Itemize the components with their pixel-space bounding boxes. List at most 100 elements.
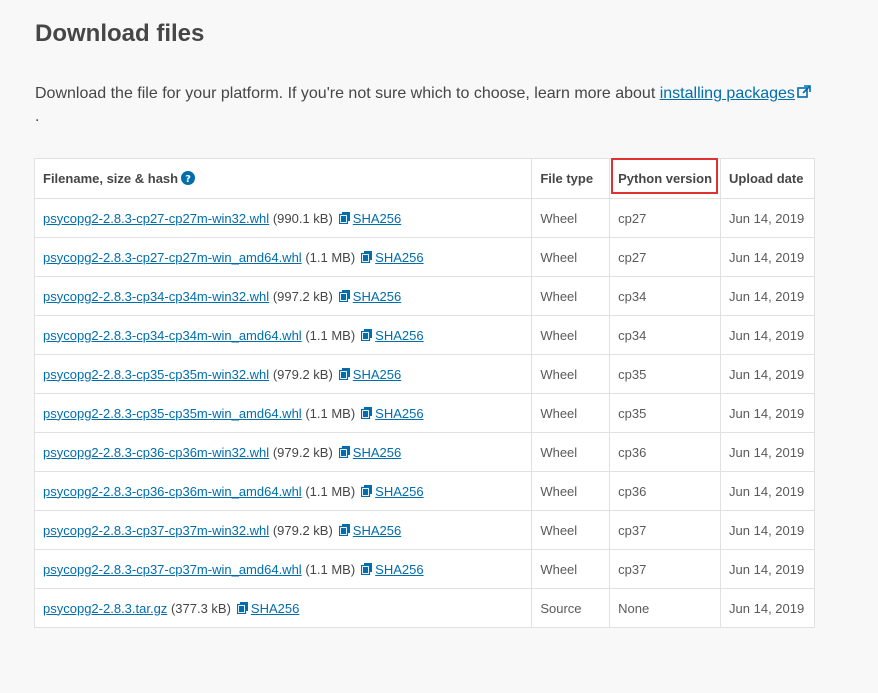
file-size: (1.1 MB) <box>305 561 356 577</box>
cell-filename: psycopg2-2.8.3-cp35-cp35m-win_amd64.whl … <box>33 393 533 433</box>
download-files-table: Filename, size & hash? File type Python … <box>33 158 815 628</box>
copy-icon <box>361 484 373 497</box>
sha256-link[interactable]: SHA256 <box>361 562 424 577</box>
table-row: psycopg2-2.8.3-cp27-cp27m-win32.whl (990… <box>33 198 815 238</box>
cell-filename: psycopg2-2.8.3.tar.gz (377.3 kB) SHA256 <box>33 588 533 628</box>
question-circle-icon[interactable]: ? <box>181 171 196 185</box>
cell-filetype: Wheel <box>531 198 611 238</box>
cell-python-version: cp34 <box>609 315 722 355</box>
sha256-label[interactable]: SHA256 <box>353 523 401 538</box>
cell-filetype: Wheel <box>531 471 611 511</box>
cell-filename: psycopg2-2.8.3-cp27-cp27m-win_amd64.whl … <box>33 237 533 277</box>
file-size: (377.3 kB) <box>170 600 231 616</box>
page-title: Download files <box>35 20 205 47</box>
sha256-label[interactable]: SHA256 <box>375 484 423 499</box>
table-row: psycopg2-2.8.3-cp35-cp35m-win32.whl (979… <box>33 354 815 394</box>
copy-icon <box>338 367 350 380</box>
cell-filename: psycopg2-2.8.3-cp36-cp36m-win32.whl (979… <box>33 432 533 472</box>
sha256-label[interactable]: SHA256 <box>353 211 401 226</box>
download-files-page: Download files Download the file for you… <box>0 0 878 693</box>
sha256-link[interactable]: SHA256 <box>361 484 424 499</box>
svg-text:?: ? <box>185 174 191 185</box>
copy-icon <box>361 328 373 341</box>
sha256-link[interactable]: SHA256 <box>361 406 424 421</box>
file-link[interactable]: psycopg2-2.8.3-cp34-cp34m-win_amd64.whl <box>43 328 302 343</box>
sha256-label[interactable]: SHA256 <box>251 601 299 616</box>
cell-python-version: cp35 <box>609 393 722 433</box>
file-link[interactable]: psycopg2-2.8.3-cp27-cp27m-win_amd64.whl <box>43 250 302 265</box>
cell-upload-date: Jun 14, 2019 <box>720 276 815 316</box>
file-link[interactable]: psycopg2-2.8.3.tar.gz <box>43 601 167 616</box>
table-row: psycopg2-2.8.3-cp27-cp27m-win_amd64.whl … <box>33 237 815 277</box>
intro-suffix: . <box>35 108 40 125</box>
sha256-label[interactable]: SHA256 <box>375 328 423 343</box>
copy-icon <box>338 289 350 302</box>
file-link[interactable]: psycopg2-2.8.3-cp27-cp27m-win32.whl <box>43 211 269 226</box>
file-link[interactable]: psycopg2-2.8.3-cp35-cp35m-win32.whl <box>43 367 269 382</box>
copy-icon <box>361 250 373 263</box>
file-size: (1.1 MB) <box>305 249 356 265</box>
copy-icon <box>361 406 373 419</box>
file-size: (1.1 MB) <box>305 483 356 499</box>
table-row: psycopg2-2.8.3-cp34-cp34m-win32.whl (997… <box>33 276 815 316</box>
file-link[interactable]: psycopg2-2.8.3-cp36-cp36m-win32.whl <box>43 445 269 460</box>
table-row: psycopg2-2.8.3-cp35-cp35m-win_amd64.whl … <box>33 393 815 433</box>
cell-python-version: cp37 <box>609 510 722 550</box>
file-link[interactable]: psycopg2-2.8.3-cp36-cp36m-win_amd64.whl <box>43 484 302 499</box>
sha256-label[interactable]: SHA256 <box>353 367 401 382</box>
sha256-link[interactable]: SHA256 <box>361 328 424 343</box>
sha256-label[interactable]: SHA256 <box>353 289 401 304</box>
header-filename-label: Filename, size & hash <box>43 171 179 186</box>
sha256-link[interactable]: SHA256 <box>338 523 401 538</box>
cell-filename: psycopg2-2.8.3-cp34-cp34m-win_amd64.whl … <box>33 315 533 355</box>
intro-paragraph: Download the file for your platform. If … <box>35 82 815 128</box>
copy-icon <box>361 562 373 575</box>
cell-python-version: cp36 <box>609 471 722 511</box>
installing-packages-link-label[interactable]: installing packages <box>660 85 795 102</box>
copy-icon <box>338 211 350 224</box>
cell-python-version: cp37 <box>609 549 722 589</box>
cell-filetype: Wheel <box>531 237 611 277</box>
sha256-link[interactable]: SHA256 <box>338 367 401 382</box>
header-filename: Filename, size & hash? <box>33 158 533 199</box>
sha256-link[interactable]: SHA256 <box>338 289 401 304</box>
intro-text: Download the file for your platform. If … <box>35 85 660 102</box>
file-size: (997.2 kB) <box>272 288 333 304</box>
cell-filetype: Wheel <box>531 432 611 472</box>
table-header-row: Filename, size & hash? File type Python … <box>33 158 815 199</box>
file-size: (979.2 kB) <box>272 366 333 382</box>
file-link[interactable]: psycopg2-2.8.3-cp34-cp34m-win32.whl <box>43 289 269 304</box>
sha256-label[interactable]: SHA256 <box>375 406 423 421</box>
cell-python-version: cp27 <box>609 237 722 277</box>
table-row: psycopg2-2.8.3-cp37-cp37m-win_amd64.whl … <box>33 549 815 589</box>
cell-filename: psycopg2-2.8.3-cp35-cp35m-win32.whl (979… <box>33 354 533 394</box>
sha256-link[interactable]: SHA256 <box>236 601 299 616</box>
copy-icon <box>338 445 350 458</box>
cell-filetype: Wheel <box>531 315 611 355</box>
cell-python-version: cp34 <box>609 276 722 316</box>
sha256-label[interactable]: SHA256 <box>375 250 423 265</box>
sha256-link[interactable]: SHA256 <box>338 211 401 226</box>
external-link-icon <box>797 85 811 98</box>
sha256-link[interactable]: SHA256 <box>361 250 424 265</box>
cell-python-version: None <box>609 588 722 628</box>
file-link[interactable]: psycopg2-2.8.3-cp35-cp35m-win_amd64.whl <box>43 406 302 421</box>
cell-upload-date: Jun 14, 2019 <box>720 510 815 550</box>
sha256-label[interactable]: SHA256 <box>353 445 401 460</box>
installing-packages-link[interactable]: installing packages <box>660 85 811 102</box>
file-link[interactable]: psycopg2-2.8.3-cp37-cp37m-win32.whl <box>43 523 269 538</box>
cell-python-version: cp35 <box>609 354 722 394</box>
cell-filename: psycopg2-2.8.3-cp27-cp27m-win32.whl (990… <box>33 198 533 238</box>
cell-filetype: Wheel <box>531 276 611 316</box>
table-row: psycopg2-2.8.3-cp36-cp36m-win32.whl (979… <box>33 432 815 472</box>
header-python-version: Python version <box>609 158 722 199</box>
sha256-label[interactable]: SHA256 <box>375 562 423 577</box>
cell-upload-date: Jun 14, 2019 <box>720 588 815 628</box>
cell-upload-date: Jun 14, 2019 <box>720 198 815 238</box>
file-size: (979.2 kB) <box>272 522 333 538</box>
copy-icon <box>338 523 350 536</box>
file-link[interactable]: psycopg2-2.8.3-cp37-cp37m-win_amd64.whl <box>43 562 302 577</box>
cell-filename: psycopg2-2.8.3-cp36-cp36m-win_amd64.whl … <box>33 471 533 511</box>
cell-filename: psycopg2-2.8.3-cp34-cp34m-win32.whl (997… <box>33 276 533 316</box>
sha256-link[interactable]: SHA256 <box>338 445 401 460</box>
